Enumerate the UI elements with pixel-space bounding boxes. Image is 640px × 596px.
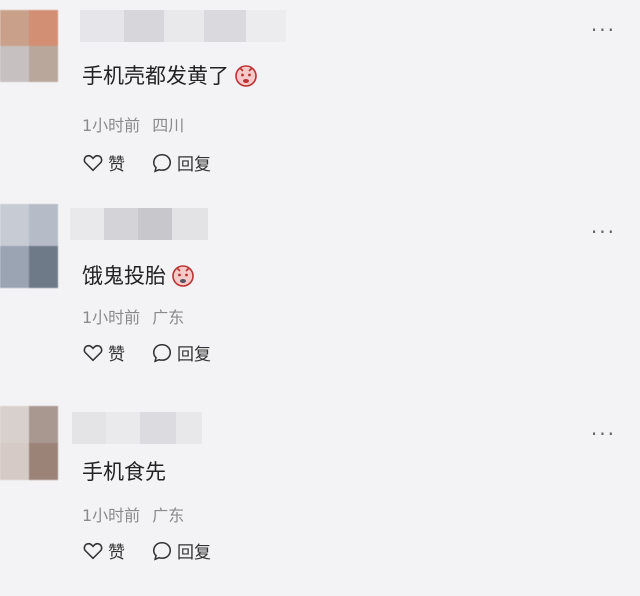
comment-actions: 赞 回复 xyxy=(82,150,237,175)
avatar-block xyxy=(29,10,58,46)
avatar-block xyxy=(29,246,58,288)
username-block xyxy=(72,412,106,444)
timestamp: 1小时前 xyxy=(82,506,141,525)
like-button[interactable]: 赞 xyxy=(82,150,125,175)
comment-item-2: ··· 饿鬼投胎 1小时前 广东 赞 回复 xyxy=(0,204,640,394)
avatar-block xyxy=(0,406,29,443)
location: 广东 xyxy=(152,506,185,525)
avatar-block xyxy=(29,443,58,480)
location: 四川 xyxy=(152,116,185,135)
heart-icon xyxy=(83,154,103,171)
timestamp: 1小时前 xyxy=(82,116,141,135)
avatar-block xyxy=(0,443,29,480)
avatar-block xyxy=(29,46,58,82)
username-block xyxy=(176,412,202,444)
comment-content: 手机食先 xyxy=(82,460,166,484)
more-options-icon[interactable]: ··· xyxy=(591,20,616,40)
like-label: 赞 xyxy=(108,543,125,563)
comment-item-3: ··· 手机食先 1小时前 广东 赞 回复 xyxy=(0,406,640,596)
username-blurred[interactable] xyxy=(70,208,208,240)
avatar-block xyxy=(0,46,29,82)
comment-bubble-icon xyxy=(152,343,172,363)
avatar-block xyxy=(0,204,29,246)
avatar[interactable] xyxy=(0,204,58,288)
username-block xyxy=(124,10,164,42)
avatar-block xyxy=(29,406,58,443)
username-block xyxy=(138,208,172,240)
more-options-icon[interactable]: ··· xyxy=(591,424,616,444)
comment-text: 饿鬼投胎 xyxy=(82,260,196,290)
comment-text: 手机壳都发黄了 xyxy=(82,60,259,90)
username-block xyxy=(140,412,176,444)
username-block xyxy=(80,10,124,42)
avatar-block xyxy=(0,10,29,46)
username-blurred[interactable] xyxy=(72,412,202,444)
comment-actions: 赞 回复 xyxy=(82,538,237,563)
like-button[interactable]: 赞 xyxy=(82,340,125,365)
reply-button[interactable]: 回复 xyxy=(151,538,211,563)
comment-meta: 1小时前 广东 xyxy=(82,304,184,328)
timestamp: 1小时前 xyxy=(82,308,141,327)
comment-content: 手机壳都发黄了 xyxy=(82,64,229,88)
comment-bubble-icon xyxy=(152,153,172,173)
avatar-block xyxy=(0,246,29,288)
username-block xyxy=(104,208,138,240)
comment-content: 饿鬼投胎 xyxy=(82,264,166,288)
location: 广东 xyxy=(152,308,185,327)
username-blurred[interactable] xyxy=(80,10,286,42)
comment-text: 手机食先 xyxy=(82,456,166,486)
comment-item-1: ··· 手机壳都发黄了 1小时前 四川 赞 回复 xyxy=(0,10,640,200)
reply-button[interactable]: 回复 xyxy=(151,150,211,175)
comment-meta: 1小时前 广东 xyxy=(82,502,184,526)
comment-bubble-icon xyxy=(152,541,172,561)
username-block xyxy=(106,412,140,444)
heart-icon xyxy=(83,344,103,361)
username-block xyxy=(70,208,104,240)
heart-icon xyxy=(83,542,103,559)
more-options-icon[interactable]: ··· xyxy=(591,222,616,242)
reply-label: 回复 xyxy=(177,345,211,365)
avatar-block xyxy=(29,204,58,246)
username-block xyxy=(172,208,208,240)
reply-label: 回复 xyxy=(177,155,211,175)
reply-button[interactable]: 回复 xyxy=(151,340,211,365)
username-block xyxy=(164,10,204,42)
like-button[interactable]: 赞 xyxy=(82,538,125,563)
like-label: 赞 xyxy=(108,345,125,365)
avatar[interactable] xyxy=(0,406,58,480)
comment-actions: 赞 回复 xyxy=(82,340,237,365)
comment-meta: 1小时前 四川 xyxy=(82,112,184,136)
username-block xyxy=(204,10,246,42)
crying-face-icon xyxy=(235,65,257,87)
username-block xyxy=(246,10,286,42)
crying-face-icon xyxy=(172,265,194,287)
avatar[interactable] xyxy=(0,10,58,82)
like-label: 赞 xyxy=(108,155,125,175)
reply-label: 回复 xyxy=(177,543,211,563)
